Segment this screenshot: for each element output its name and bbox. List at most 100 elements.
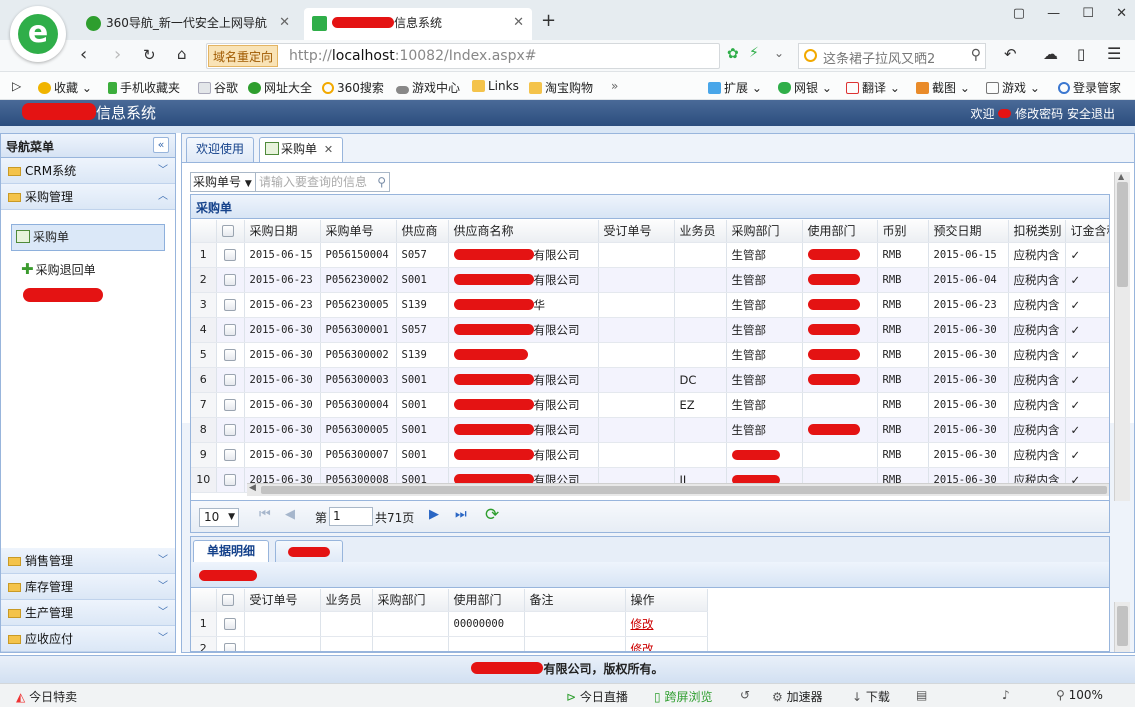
nav-section-crm[interactable]: CRM系统 ﹀ (1, 158, 175, 184)
column-header[interactable]: 业务员 (320, 589, 373, 612)
table-row[interactable]: 2 修改 (191, 636, 708, 651)
row-checkbox[interactable] (224, 424, 236, 436)
back-icon[interactable]: ‹ (80, 44, 87, 65)
column-header[interactable]: 使用部门 (802, 220, 878, 243)
status-cross-screen[interactable]: ▯ 跨屏浏览 (654, 688, 712, 705)
bookmark-favorites[interactable]: 收藏 ⌄ (38, 79, 92, 96)
scroll-up-icon[interactable]: ▲ (1118, 172, 1124, 181)
row-checkbox[interactable] (224, 643, 236, 651)
refresh-icon[interactable]: ↻ (143, 46, 156, 64)
search-box[interactable]: 这条裙子拉风又晒2 ⚲ (798, 43, 986, 69)
bookmark-hao[interactable]: 网址大全 (248, 79, 312, 96)
nav-item-purchase-return[interactable]: ✚ 采购退回单 (21, 258, 171, 280)
security-icon[interactable]: ✿ (727, 46, 739, 62)
row-checkbox[interactable] (224, 324, 236, 336)
redirect-badge[interactable]: 域名重定向 (208, 45, 279, 67)
refresh-icon[interactable]: ⟳ (485, 505, 499, 525)
dropdown-icon[interactable]: ⌄ (774, 46, 784, 60)
select-all-checkbox[interactable] (221, 225, 234, 238)
column-header[interactable]: 采购单号 (320, 220, 397, 243)
status-accelerator[interactable]: ⚙ 加速器 (772, 688, 823, 705)
page-size-select[interactable]: 10 ▼ (199, 508, 239, 527)
nav-item-purchase-order[interactable]: 采购单 (11, 224, 165, 251)
table-row[interactable]: 5 2015-06-30 P056300002 S139 生管部 RMB 2015-06-3… (191, 342, 1109, 368)
bookmark-google[interactable]: 谷歌 (198, 79, 238, 96)
nav-section-purchase[interactable]: 采购管理 ︿ (1, 184, 175, 210)
status-history-icon[interactable]: ↺ (740, 688, 750, 702)
bookmark-links[interactable]: Links (472, 79, 519, 93)
nav-section-sales[interactable]: 销售管理 ﹀ (1, 548, 175, 574)
column-header[interactable]: 操作 (625, 589, 708, 612)
new-tab-button[interactable]: + (541, 10, 556, 31)
table-row[interactable]: 1 2015-06-15 P056150004 S057 有限公司 生管部 RMB 2015-… (191, 242, 1109, 268)
nav-section-production[interactable]: 生产管理 ﹀ (1, 600, 175, 626)
nav-section-inventory[interactable]: 库存管理 ﹀ (1, 574, 175, 600)
status-task-icon[interactable]: ▤ (916, 688, 927, 702)
lightning-icon[interactable]: ⚡ (749, 45, 759, 61)
chevron-up-icon[interactable]: ︿ (158, 184, 168, 210)
prev-page-icon[interactable]: ◀ (285, 507, 295, 522)
scrollbar-thumb[interactable] (261, 486, 1107, 494)
toolbar-bank[interactable]: 网银 ⌄ (778, 79, 832, 96)
sidebar-toggle-icon[interactable]: ▷ (12, 79, 21, 93)
toolbar-extensions[interactable]: 扩展 ⌄ (708, 79, 762, 96)
column-header[interactable]: 采购日期 (244, 220, 321, 243)
row-select-cell[interactable] (216, 636, 245, 651)
search-icon[interactable]: ⚲ (377, 173, 386, 191)
row-select-cell[interactable] (216, 417, 245, 443)
next-page-icon[interactable]: ▶ (429, 507, 439, 522)
vertical-scrollbar[interactable]: ▲ (1114, 172, 1130, 501)
search-suggestion[interactable]: 这条裙子拉风又晒2 (823, 48, 953, 67)
row-select-cell[interactable] (216, 342, 245, 368)
select-all-header[interactable] (216, 220, 245, 243)
row-checkbox[interactable] (224, 399, 236, 411)
browser-logo-icon[interactable]: e (10, 6, 66, 62)
status-today-deals[interactable]: ◭ 今日特卖 (16, 688, 77, 705)
column-header[interactable]: 供应商名称 (448, 220, 599, 243)
chevron-down-icon[interactable]: ﹀ (158, 548, 168, 574)
column-header[interactable]: 采购部门 (726, 220, 803, 243)
cell-op[interactable]: 修改 (625, 611, 708, 637)
close-icon[interactable]: ✕ (279, 8, 290, 38)
toolbar-translate[interactable]: 翻译 ⌄ (846, 79, 900, 96)
row-checkbox[interactable] (224, 274, 236, 286)
column-header[interactable]: 受订单号 (244, 589, 321, 612)
chevron-down-icon[interactable]: ﹀ (158, 600, 168, 626)
row-checkbox[interactable] (224, 349, 236, 361)
browser-tab-360[interactable]: 360导航_新一代安全上网导航 ✕ (78, 8, 298, 40)
column-header[interactable]: 业务员 (674, 220, 727, 243)
row-select-cell[interactable] (216, 242, 245, 268)
page-number-input[interactable]: 1 (329, 507, 373, 526)
table-row[interactable]: 8 2015-06-30 P056300005 S001 有限公司 生管部 RMB 2015-… (191, 417, 1109, 443)
toolbar-screenshot[interactable]: 截图 ⌄ (916, 79, 970, 96)
column-header[interactable]: 币别 (877, 220, 929, 243)
status-download[interactable]: ↓ 下载 (852, 688, 890, 705)
tab-purchase-order[interactable]: 采购单 ✕ (259, 137, 343, 163)
table-row[interactable]: 2 2015-06-23 P056230002 S001 有限公司 生管部 RMB 2015-… (191, 267, 1109, 293)
row-checkbox[interactable] (224, 474, 236, 486)
row-checkbox[interactable] (224, 299, 236, 311)
row-select-cell[interactable] (216, 317, 245, 343)
row-select-cell[interactable] (216, 442, 245, 468)
tab-welcome[interactable]: 欢迎使用 (186, 137, 254, 162)
url-text[interactable]: http://localhost:10082/Index.aspx# (289, 48, 536, 64)
search-input[interactable]: 请输入要查询的信息 ⚲ (256, 172, 390, 192)
toolbar-login-manager[interactable]: 登录管家 (1058, 79, 1121, 96)
row-select-cell[interactable] (216, 292, 245, 318)
cell-op[interactable]: 修改 (625, 636, 708, 651)
first-page-icon[interactable]: ⏮ (259, 507, 271, 522)
nav-section-receivables[interactable]: 应收应付 ﹀ (1, 626, 175, 652)
row-checkbox[interactable] (224, 449, 236, 461)
collapse-nav-button[interactable]: « (153, 137, 169, 153)
table-row[interactable]: 4 2015-06-30 P056300001 S057 有限公司 生管部 RMB 2015-… (191, 317, 1109, 343)
row-select-cell[interactable] (216, 467, 245, 493)
change-password-link[interactable]: 修改密码 (1015, 107, 1063, 121)
column-header[interactable]: 使用部门 (448, 589, 525, 612)
table-row[interactable]: 7 2015-06-30 P056300004 S001 有限公司 EZ 生管部 RMB 201… (191, 392, 1109, 418)
row-checkbox[interactable] (224, 618, 236, 630)
chevron-down-icon[interactable]: ﹀ (158, 158, 168, 184)
column-header[interactable]: 受订单号 (598, 220, 675, 243)
tab-redacted[interactable] (275, 540, 343, 563)
scroll-left-icon[interactable]: ◀ (249, 483, 256, 493)
column-header[interactable]: 采购部门 (372, 589, 449, 612)
